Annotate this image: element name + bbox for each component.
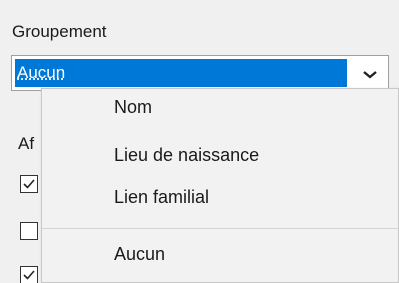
display-checkbox-3[interactable] xyxy=(20,266,38,283)
grouping-combobox[interactable]: Aucun xyxy=(11,55,389,91)
chevron-down-icon[interactable] xyxy=(358,64,382,84)
display-checkbox-1[interactable] xyxy=(20,175,38,193)
dropdown-option-nom[interactable]: Nom xyxy=(114,97,152,118)
dropdown-option-lien-familial[interactable]: Lien familial xyxy=(114,187,209,208)
checkmark-icon xyxy=(23,270,35,280)
grouping-selected-value[interactable]: Aucun xyxy=(15,59,347,87)
grouping-label: Groupement xyxy=(12,22,107,41)
checkmark-icon xyxy=(23,179,35,189)
display-section-label: Af xyxy=(18,134,35,153)
display-checkbox-2[interactable] xyxy=(20,222,38,240)
options-panel: Groupement Aucun Af Nom Lieu de naissanc… xyxy=(0,0,399,283)
dropdown-option-lieu-de-naissance[interactable]: Lieu de naissance xyxy=(114,145,259,166)
dropdown-separator xyxy=(42,228,398,229)
grouping-dropdown-list: Nom Lieu de naissance Lien familial Aucu… xyxy=(41,88,399,283)
dropdown-option-aucun[interactable]: Aucun xyxy=(114,244,165,265)
